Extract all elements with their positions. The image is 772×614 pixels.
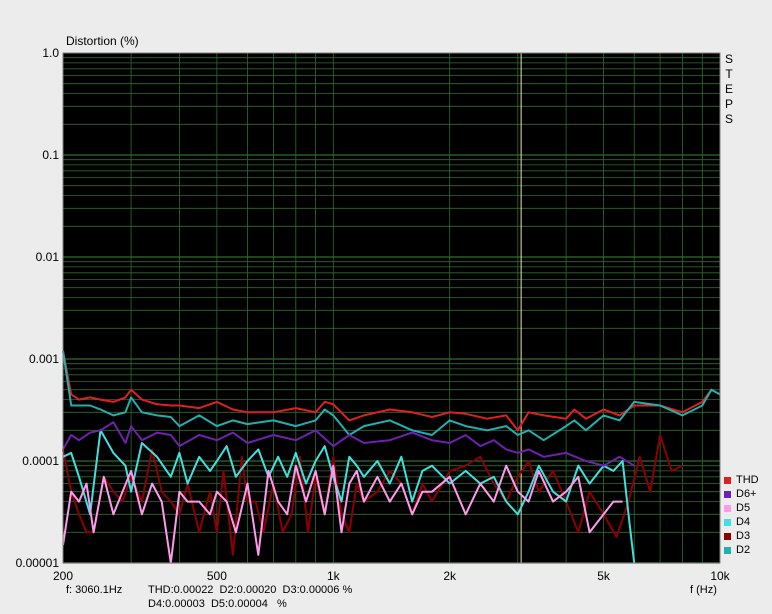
legend-label: THD — [736, 474, 759, 486]
cursor-frequency-readout: f: 3060.1Hz — [66, 584, 123, 596]
legend-label: D3 — [736, 530, 751, 542]
y-tick-label: 0.00001 — [16, 556, 60, 570]
y-tick-label: 1.0 — [42, 46, 59, 60]
legend-swatch — [724, 476, 731, 484]
legend-label: D4 — [736, 516, 751, 528]
legend-label: D2 — [736, 544, 751, 556]
distortion-readout-line1: THD:0.00022 D2:0.00020 D3:0.00006 % — [148, 584, 353, 596]
legend-item: D6+ — [724, 487, 757, 501]
legend-item: D5 — [724, 501, 750, 515]
x-tick-label: 200 — [53, 569, 73, 583]
legend-item: THD — [724, 473, 759, 487]
y-tick-label: 0.0001 — [22, 454, 59, 468]
legend-swatch — [724, 490, 731, 498]
x-tick-label: 10k — [710, 569, 730, 583]
legend-label: D5 — [736, 502, 751, 514]
legend-item: D2 — [724, 543, 750, 557]
steps-letter: T — [725, 67, 733, 81]
legend-swatch — [724, 518, 731, 526]
distortion-chart: 1.0 0.1 0.01 0.001 0.0001 0.00001200 500 1k 2k 5k… — [16, 46, 731, 583]
y-axis-label: Distortion (%) — [66, 34, 139, 48]
legend-swatch — [724, 532, 731, 540]
legend-item: D4 — [724, 515, 750, 529]
x-tick-label: 500 — [207, 569, 227, 583]
distortion-readout-line2: D4:0.00003 D5:0.00004 % — [148, 598, 287, 610]
x-tick-label: 2k — [443, 569, 457, 583]
legend-swatch — [724, 546, 731, 554]
x-axis-label: f (Hz) — [690, 584, 717, 596]
legend-item: D3 — [724, 529, 750, 543]
steps-label: STEPS — [722, 52, 736, 127]
y-tick-label: 0.1 — [42, 148, 59, 162]
x-tick-label: 5k — [597, 569, 611, 583]
y-tick-label: 0.001 — [29, 352, 59, 366]
steps-letter: S — [724, 52, 733, 66]
y-tick-label: 0.01 — [36, 250, 60, 264]
legend-label: D6+ — [736, 488, 757, 500]
plot-area — [63, 53, 720, 563]
steps-letter: S — [724, 112, 733, 126]
legend-swatch — [724, 504, 731, 512]
steps-letter: P — [724, 97, 733, 111]
x-tick-label: 1k — [327, 569, 341, 583]
steps-letter: E — [724, 82, 733, 96]
